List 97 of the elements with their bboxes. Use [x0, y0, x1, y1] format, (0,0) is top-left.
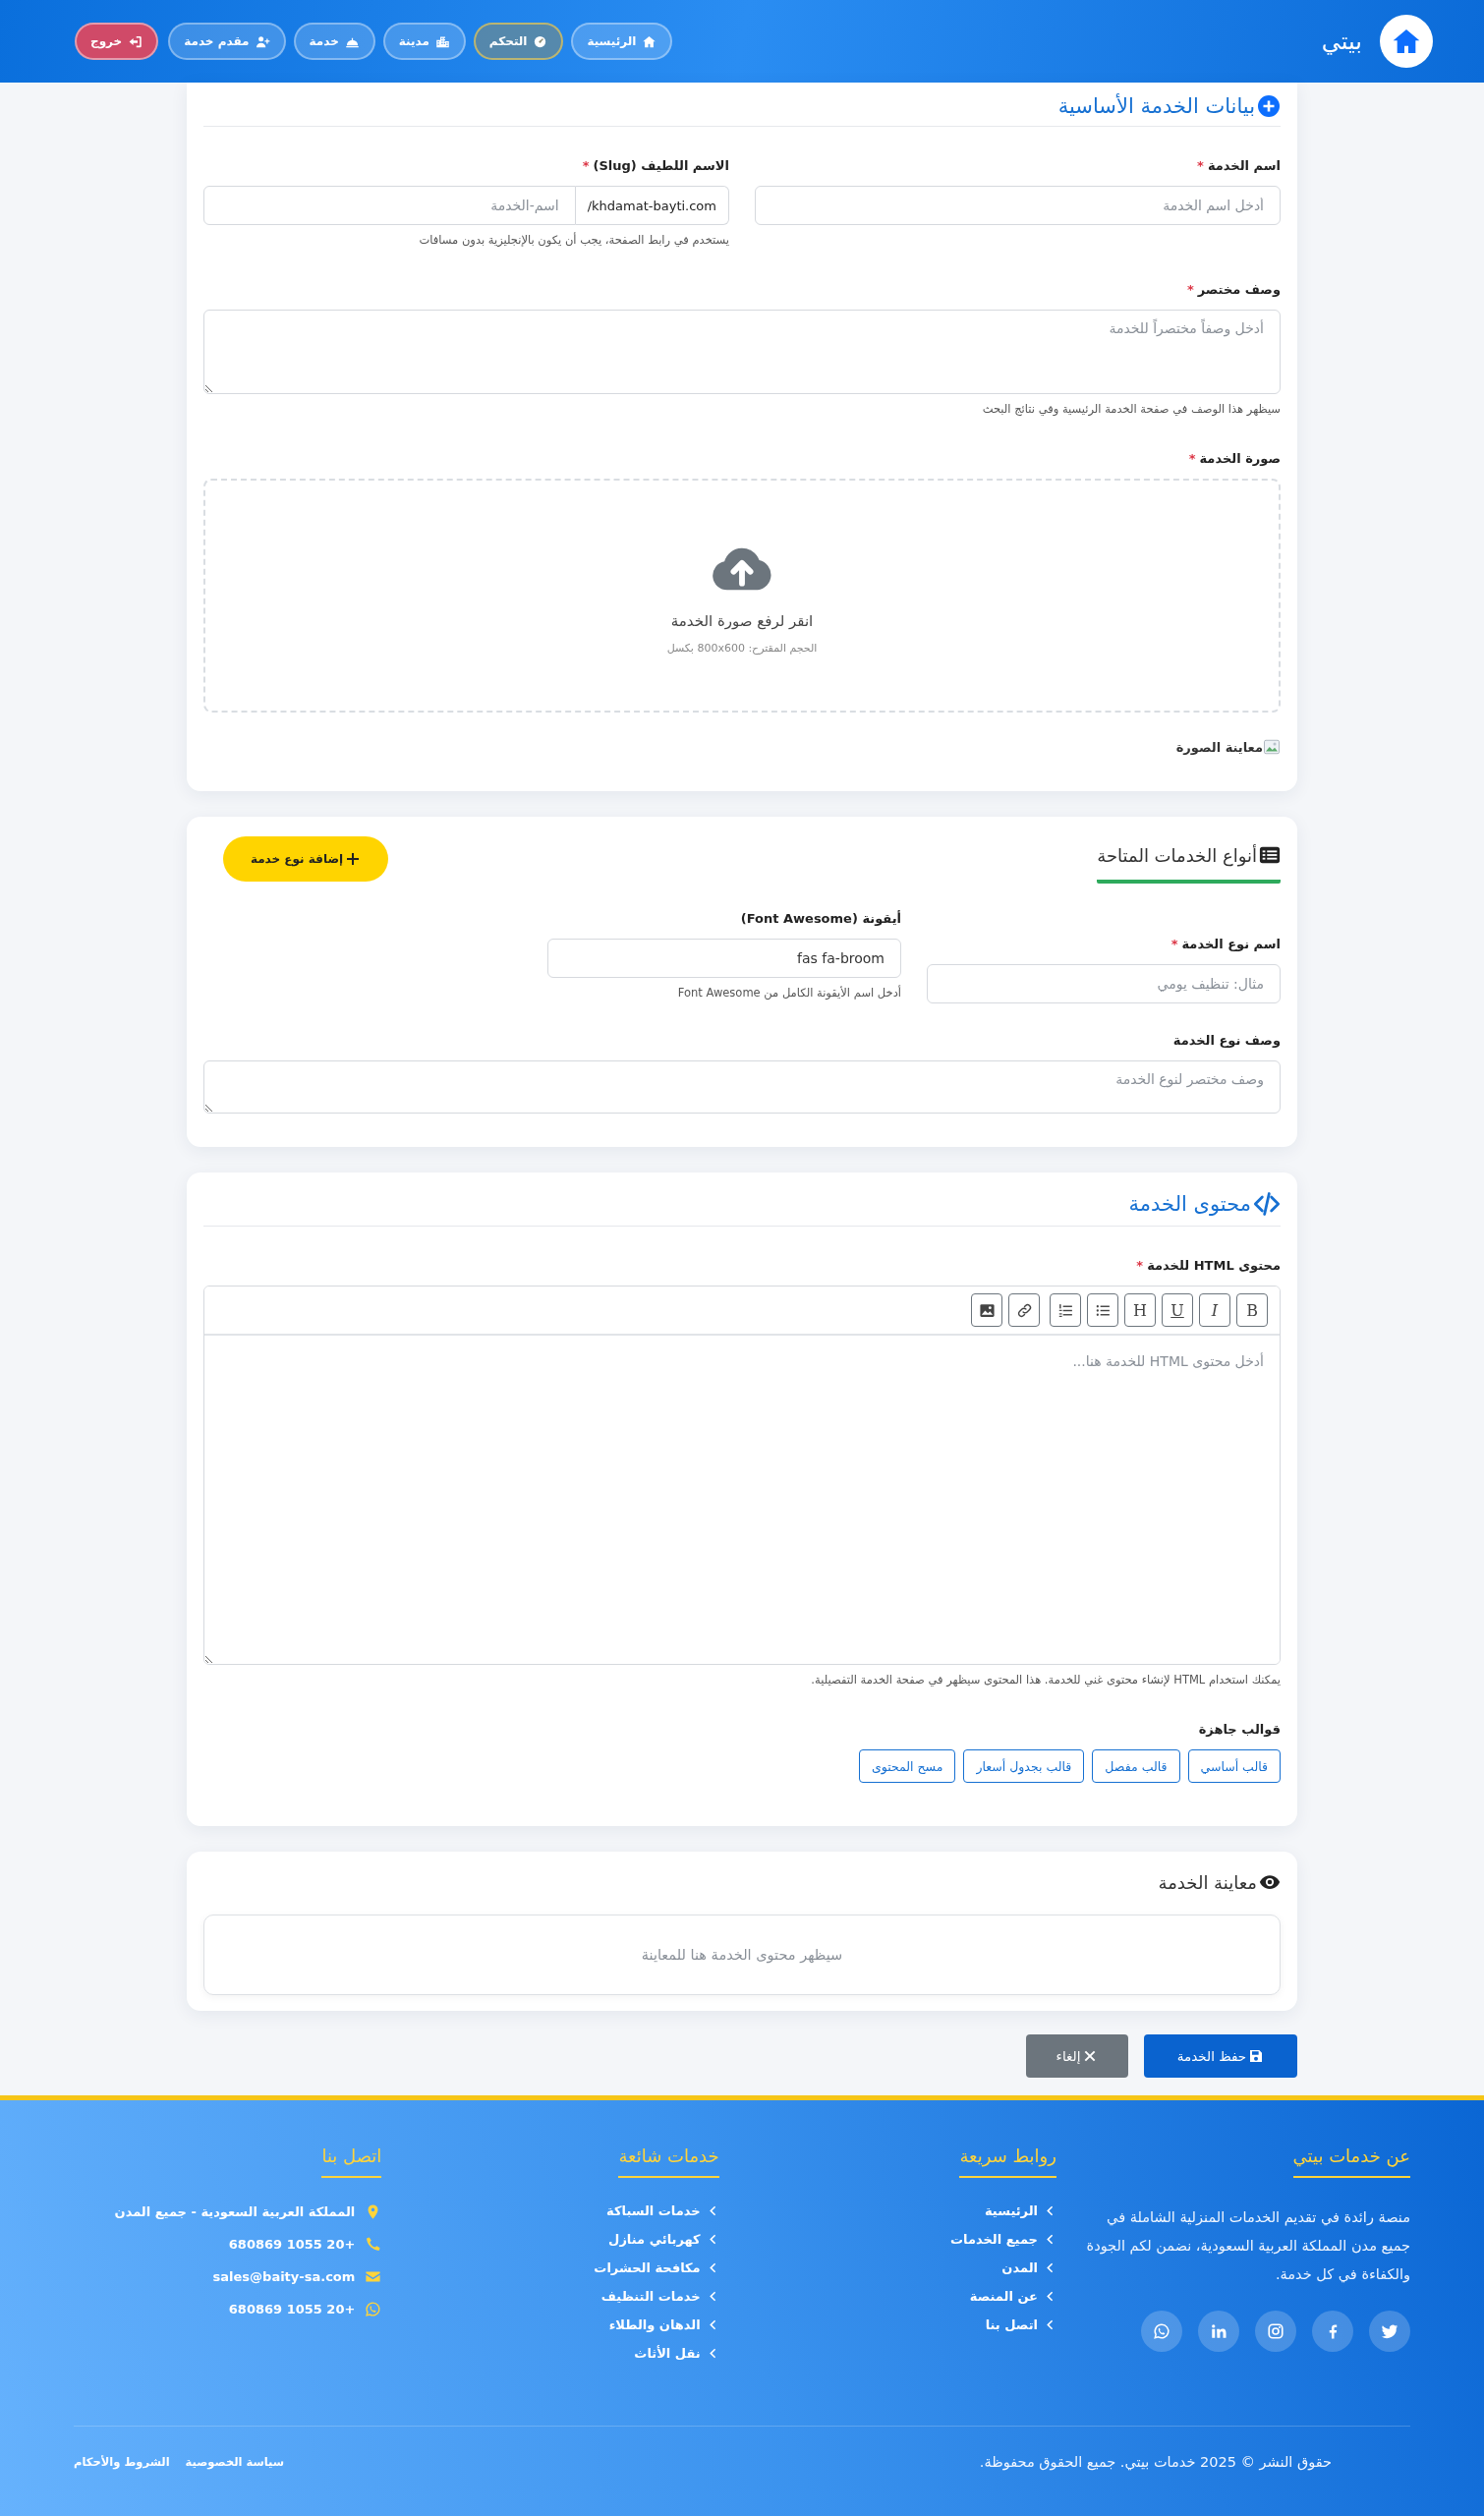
help-text: سيظهر هذا الوصف في صفحة الخدمة الرئيسية وفي نتائج البحث: [981, 402, 1281, 416]
template-button[interactable]: قالب أساسي: [1187, 1749, 1281, 1783]
footer-link[interactable]: الشروط والأحكام: [74, 2455, 170, 2469]
field-label: وصف مختصر *: [1185, 282, 1281, 297]
text-field[interactable]: مثال: تنظيف يومي: [927, 964, 1281, 1003]
upload-hint: الحجم المقترح: 800x600 بكسل: [666, 641, 818, 655]
field-label: وصف نوع الخدمة: [1171, 1033, 1281, 1048]
textarea-field[interactable]: أدخل وصفاً مختصراً للخدمة: [203, 310, 1281, 394]
section-title: بيانات الخدمة الأساسية: [1057, 94, 1255, 118]
logout-icon: [128, 33, 143, 49]
footer-link[interactable]: عن المنصة: [969, 2289, 1056, 2304]
code-icon: [1253, 1190, 1281, 1218]
upload-text: انقر لرفع صورة الخدمة: [670, 611, 814, 630]
text-field[interactable]: fas fa-broom: [547, 939, 901, 978]
field-label: أيقونة (Font Awesome): [739, 911, 901, 926]
footer-link[interactable]: المدن: [1001, 2260, 1056, 2275]
footer-link[interactable]: اتصل بنا: [985, 2317, 1056, 2332]
whatsapp-icon: [365, 2301, 382, 2317]
contact-text: +20 1055 680869: [228, 2302, 356, 2316]
field-label: اسم نوع الخدمة *: [1170, 937, 1281, 951]
bullet-list-button[interactable]: [1087, 1293, 1118, 1327]
add-type-button[interactable]: إضافة نوع خدمة: [223, 836, 388, 882]
nav-link[interactable]: التحكم: [473, 23, 564, 60]
textarea-field[interactable]: وصف مختصر لنوع الخدمة: [203, 1060, 1281, 1114]
help-text: يستخدم في رابط الصفحة، يجب أن يكون بالإنجليزية بدون مسافات: [418, 233, 729, 247]
field-label: الاسم اللطيف (Slug) *: [581, 158, 729, 173]
contact-text: المملكة العربية السعودية - جميع المدن: [114, 2204, 356, 2219]
image-alt-text: معاينة الصورة: [1175, 739, 1263, 755]
italic-button[interactable]: I: [1199, 1293, 1230, 1327]
social-button[interactable]: [1312, 2311, 1353, 2352]
cancel-button[interactable]: إلغاء: [1026, 2034, 1128, 2078]
link-button[interactable]: [1008, 1293, 1040, 1327]
numbered-list-button[interactable]: [1050, 1293, 1081, 1327]
field-label: قوالب جاهزة: [1197, 1722, 1281, 1737]
field-label: محتوى HTML للخدمة *: [1135, 1258, 1281, 1273]
column-title: اتصل بنا: [321, 2145, 382, 2178]
footer-link[interactable]: كهربائي منازل: [608, 2232, 719, 2247]
plus-circle-icon: [1257, 94, 1281, 118]
linkedin-icon: [1210, 2322, 1227, 2340]
preview-panel: سيظهر محتوى الخدمة هنا للمعاينة: [203, 1915, 1281, 1995]
column-title: روابط سريعة: [959, 2145, 1056, 2178]
social-button[interactable]: [1369, 2311, 1410, 2352]
about-text: منصة رائدة في تقديم الخدمات المنزلية الشاملة في جميع مدن المملكة العربية السعودية، نضمن لكم الجودة والكفاءة في كل خدمة.: [1086, 2208, 1410, 2285]
user-plus-icon: [255, 33, 270, 49]
footer-link[interactable]: الدهان والطلاء: [608, 2317, 719, 2332]
contact-text: sales@baity-sa.com: [212, 2269, 356, 2284]
template-button[interactable]: مسح المحتوى: [858, 1749, 956, 1783]
house-icon: [642, 33, 657, 49]
social-button[interactable]: [1255, 2311, 1296, 2352]
help-text: يمكنك استخدام HTML لإنشاء محتوى غني للخدمة. هذا المحتوى سيظهر في صفحة الخدمة التفصيلية.: [810, 1673, 1281, 1687]
footer-link[interactable]: سياسة الخصوصية: [185, 2455, 285, 2469]
section-title: محتوى الخدمة: [1128, 1192, 1251, 1216]
broken-image-icon: [1263, 738, 1281, 756]
social-button[interactable]: [1141, 2311, 1182, 2352]
template-button[interactable]: قالب مفصل: [1092, 1749, 1180, 1783]
save-button[interactable]: حفظ الخدمة: [1144, 2034, 1297, 2078]
nav-link[interactable]: مدينة: [382, 23, 466, 60]
slug-field[interactable]: اسم-الخدمة: [203, 186, 576, 225]
help-text: أدخل اسم الأيقونة الكامل من Font Awesome: [676, 986, 901, 1000]
underline-button[interactable]: U: [1162, 1293, 1193, 1327]
field-label: اسم الخدمة *: [1196, 158, 1281, 173]
plus-icon: [345, 851, 362, 867]
footer-link[interactable]: نقل الأثاث: [634, 2346, 719, 2361]
nav-link[interactable]: الرئيسية: [571, 23, 673, 60]
numbered-list-icon: [1056, 1301, 1074, 1319]
section-title: معاينة الخدمة: [1158, 1871, 1257, 1893]
nav-link[interactable]: خدمة: [293, 23, 375, 60]
template-button[interactable]: قالب بجدول أسعار: [963, 1749, 1085, 1783]
phone-icon: [365, 2236, 382, 2253]
column-title: خدمات شائعة: [618, 2145, 719, 2178]
footer-link[interactable]: خدمات التنظيف: [600, 2289, 719, 2304]
bold-button[interactable]: B: [1236, 1293, 1268, 1327]
twitter-icon: [1381, 2322, 1398, 2340]
image-icon: [978, 1301, 996, 1319]
url-prefix: /khdamat-bayti.com: [575, 186, 729, 225]
column-title: عن خدمات بيتي: [1292, 2145, 1410, 2178]
nav-link[interactable]: مقدم خدمة: [168, 23, 286, 60]
whatsapp-icon: [1153, 2322, 1170, 2340]
footer-link[interactable]: جميع الخدمات: [950, 2232, 1056, 2247]
footer-link[interactable]: مكافحة الحشرات: [594, 2260, 719, 2275]
section-title: أنواع الخدمات المتاحة: [1097, 844, 1257, 866]
footer-link[interactable]: الرئيسية: [984, 2203, 1056, 2218]
link-icon: [1015, 1301, 1033, 1319]
logout-button[interactable]: خروج: [75, 23, 159, 60]
brand-name: بيتي: [1321, 28, 1362, 55]
heading-button[interactable]: H: [1124, 1293, 1156, 1327]
upload-dropzone[interactable]: انقر لرفع صورة الخدمة الحجم المقترح: 800x600 بكسل: [203, 479, 1281, 713]
copyright-text: حقوق النشر © 2025 خدمات بيتي. جميع الحقوق محفوظة.: [979, 2454, 1332, 2470]
contact-text: +20 1055 680869: [228, 2237, 356, 2252]
footer-link[interactable]: خدمات السباكة: [606, 2203, 719, 2218]
image-button[interactable]: [971, 1293, 1002, 1327]
social-button[interactable]: [1198, 2311, 1239, 2352]
gauge-icon: [533, 33, 548, 49]
list-icon: [1259, 844, 1281, 866]
field-label: صورة الخدمة *: [1187, 451, 1281, 466]
instagram-icon: [1267, 2322, 1284, 2340]
logo[interactable]: [1380, 15, 1433, 68]
